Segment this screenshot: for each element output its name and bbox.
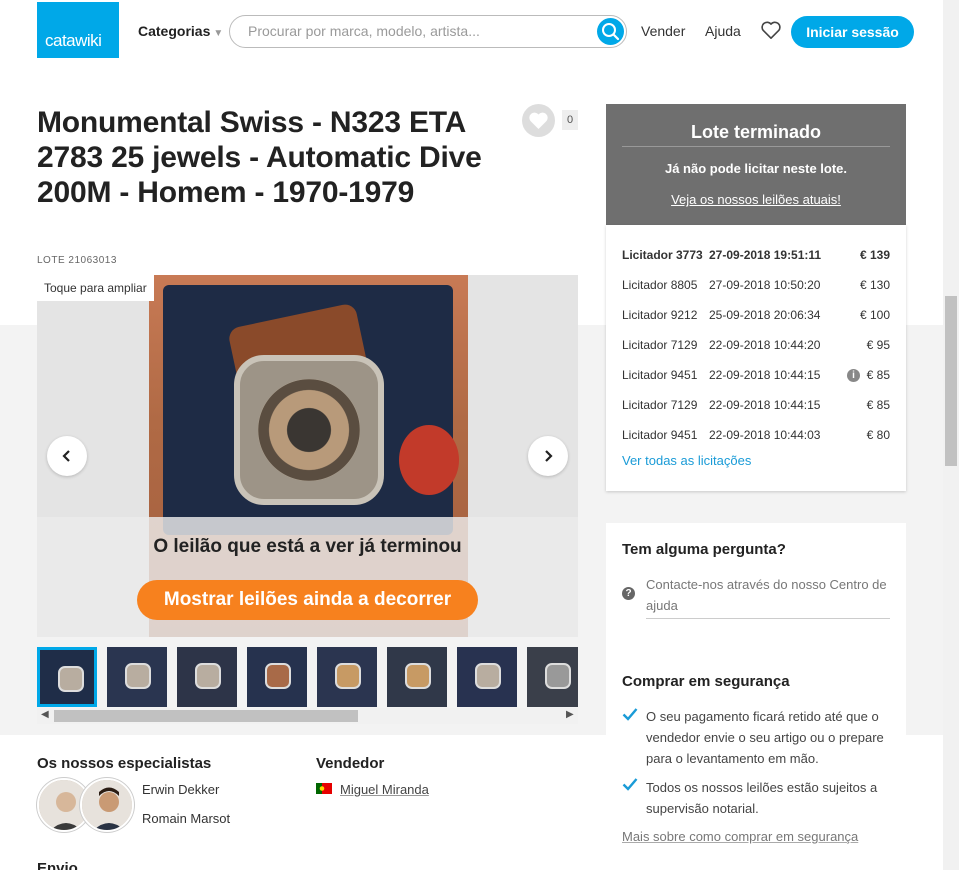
help-center-link[interactable]: Contacte-nos através do nosso Centro de …: [646, 574, 890, 619]
bid-row: Licitador 9212 25-09-2018 20:06:34 € 100: [622, 308, 890, 328]
bidder-name: Licitador 9451: [622, 428, 698, 442]
portugal-flag-icon: [316, 783, 332, 794]
bidder-name: Licitador 3773: [622, 248, 703, 262]
info-icon[interactable]: i: [847, 369, 860, 382]
thumbnail[interactable]: [317, 647, 377, 707]
bid-history: Licitador 3773 27-09-2018 19:51:11 € 139 L…: [606, 225, 906, 491]
questions-heading: Tem alguma pergunta?: [622, 541, 786, 558]
safe-buying-point: Todos os nossos leilões estão sujeitos a…: [646, 780, 878, 816]
bidder-name: Licitador 7129: [622, 338, 698, 352]
bid-date: 25-09-2018 20:06:34: [709, 308, 821, 322]
thumbnail[interactable]: [527, 647, 578, 707]
gallery-prev-button[interactable]: [47, 436, 87, 476]
search-icon: [602, 23, 620, 41]
thumbnail[interactable]: [457, 647, 517, 707]
check-icon: [622, 708, 638, 721]
bid-amount: € 85: [866, 368, 890, 382]
thumbnail[interactable]: [37, 647, 97, 707]
bidder-name: Licitador 7129: [622, 398, 698, 412]
bid-date: 27-09-2018 19:51:11: [709, 248, 822, 262]
avatar: [80, 778, 134, 832]
bid-row: Licitador 8805 27-09-2018 10:50:20 € 130: [622, 278, 890, 298]
site-header: catawiki Categorias▼ Vender Ajuda Inicia…: [0, 0, 943, 58]
search-input[interactable]: [248, 23, 588, 39]
bid-date: 22-09-2018 10:44:15: [709, 368, 821, 382]
logo-text: catawiki: [45, 31, 102, 50]
gallery-next-button[interactable]: [528, 436, 568, 476]
search-button[interactable]: [597, 18, 624, 45]
all-bids-link[interactable]: Ver todas as licitações: [622, 453, 751, 468]
catawiki-logo[interactable]: catawiki: [37, 2, 119, 58]
caret-down-icon: ▼: [213, 28, 224, 39]
bid-date: 27-09-2018 10:50:20: [709, 278, 821, 292]
shipping-heading: Envio: [37, 860, 78, 870]
heart-icon: [529, 112, 548, 129]
search-bar[interactable]: [229, 15, 627, 48]
bid-row: Licitador 9451 22-09-2018 10:44:15 i € 85: [622, 368, 890, 388]
thumbnail-strip: [37, 646, 578, 708]
expert-name[interactable]: Romain Marsot: [142, 811, 230, 826]
thumbnail-scrollbar-handle[interactable]: [54, 710, 358, 722]
help-link[interactable]: Ajuda: [705, 23, 741, 39]
bidder-name: Licitador 9451: [622, 368, 698, 382]
expert-photo-2: [82, 780, 132, 830]
scroll-left-icon[interactable]: ◀: [41, 709, 49, 720]
current-auctions-link[interactable]: Veja os nossos leilões atuais!: [606, 192, 906, 207]
bid-row: Licitador 3773 27-09-2018 19:51:11 € 139: [622, 248, 890, 268]
bid-amount: € 130: [859, 278, 890, 292]
bid-row: Licitador 9451 22-09-2018 10:44:03 € 80: [622, 428, 890, 448]
lot-closed-heading: Lote terminado: [690, 122, 821, 142]
expert-name[interactable]: Erwin Dekker: [142, 782, 219, 797]
divider: [622, 146, 890, 147]
show-running-auctions-button[interactable]: Mostrar leilões ainda a decorrer: [137, 580, 478, 620]
thumbnail[interactable]: [107, 647, 167, 707]
lot-closed-panel: Lote terminado Já não pode licitar neste…: [606, 104, 906, 225]
watch-dial: [258, 379, 360, 481]
lot-title: Monumental Swiss - N323 ETA 2783 25 jewe…: [37, 106, 482, 209]
favorite-count: 0: [562, 110, 578, 130]
favorite-button[interactable]: [522, 104, 555, 137]
scroll-right-icon[interactable]: ▶: [566, 709, 574, 720]
bid-row: Licitador 7129 22-09-2018 10:44:15 € 85: [622, 398, 890, 418]
image-gallery[interactable]: Toque para ampliar O leilão que está a v…: [37, 275, 578, 637]
thumbnail[interactable]: [177, 647, 237, 707]
thumbnail[interactable]: [247, 647, 307, 707]
login-button[interactable]: Iniciar sessão: [791, 16, 914, 48]
bidder-name: Licitador 9212: [622, 308, 698, 322]
lot-number: LOTE 21063013: [37, 255, 117, 266]
bid-amount: € 95: [866, 338, 890, 352]
zoom-hint: Toque para ampliar: [37, 275, 154, 301]
chevron-left-icon: [62, 450, 70, 462]
check-icon: [622, 778, 638, 791]
question-icon: ?: [622, 587, 635, 600]
bid-amount: € 139: [859, 248, 890, 262]
bid-row: Licitador 7129 22-09-2018 10:44:20 € 95: [622, 338, 890, 358]
bid-date: 22-09-2018 10:44:15: [709, 398, 821, 412]
favorites-heart-icon[interactable]: [760, 20, 782, 40]
safe-buying-heading: Comprar em segurança: [622, 673, 790, 690]
watch-case: [234, 355, 384, 505]
chevron-right-icon: [545, 450, 553, 462]
sell-link[interactable]: Vender: [641, 23, 685, 39]
bidder-name: Licitador 8805: [622, 278, 698, 292]
categories-label: Categorias: [138, 23, 211, 39]
bid-date: 22-09-2018 10:44:20: [709, 338, 821, 352]
bid-amount: € 80: [866, 428, 890, 442]
safe-buying-more-link[interactable]: Mais sobre como comprar em segurança: [622, 829, 858, 844]
experts-heading: Os nossos especialistas: [37, 755, 212, 772]
red-tag: [399, 425, 459, 495]
auction-ended-message: O leilão que está a ver já terminou: [153, 536, 462, 557]
bid-amount: € 85: [866, 398, 890, 412]
lot-closed-subtitle: Já não pode licitar neste lote.: [664, 161, 848, 176]
help-panel: Tem alguma pergunta? ? Contacte-nos atra…: [606, 523, 906, 870]
seller-name-link[interactable]: Miguel Miranda: [340, 782, 429, 797]
thumbnail[interactable]: [387, 647, 447, 707]
categories-menu[interactable]: Categorias ▼: [138, 23, 223, 39]
bid-date: 22-09-2018 10:44:03: [709, 428, 821, 442]
page-scrollbar-handle[interactable]: [945, 296, 957, 466]
safe-buying-point: O seu pagamento ficará retido até que o …: [646, 709, 884, 766]
bid-amount: € 100: [859, 308, 890, 322]
seller-heading: Vendedor: [316, 755, 385, 772]
